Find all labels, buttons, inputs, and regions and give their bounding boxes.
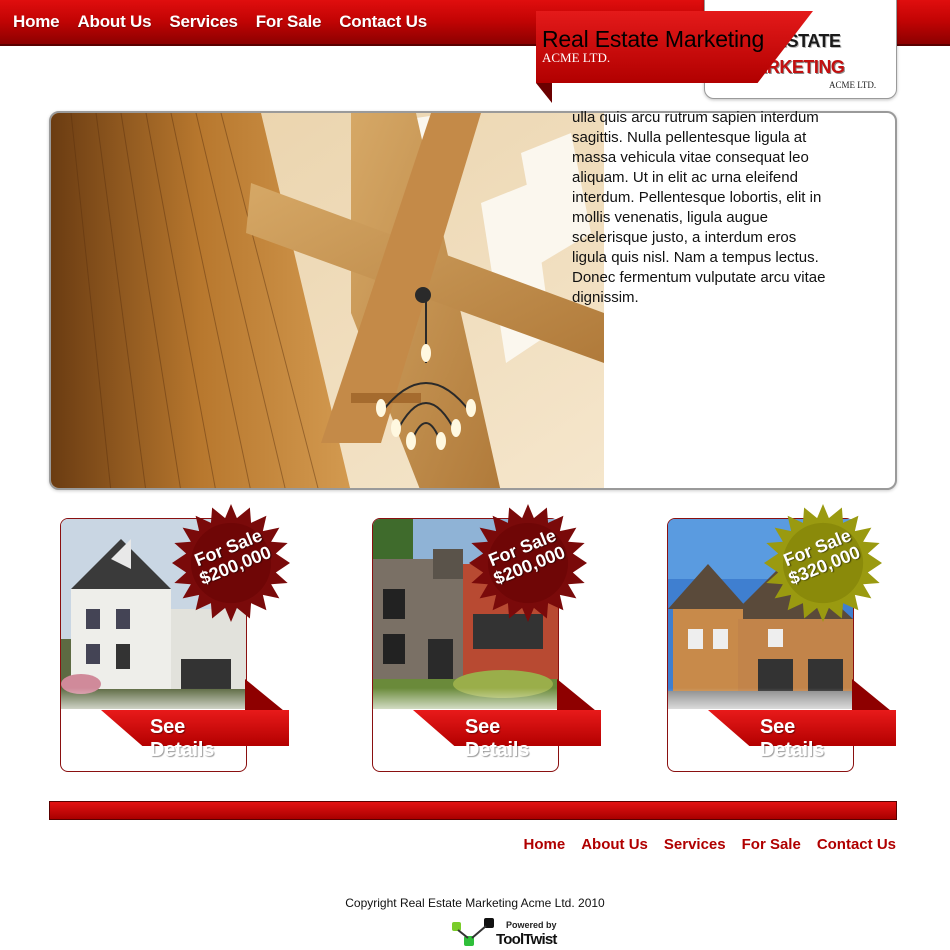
interior-illustration <box>51 113 604 488</box>
hero-subtitle: ACME LTD. <box>542 50 611 65</box>
powered-by-text: Powered by <box>506 920 557 930</box>
footer-divider-bar <box>49 801 897 820</box>
nav-services-link[interactable]: Services <box>169 12 238 32</box>
hero-interior-photo <box>51 113 604 488</box>
nav-for-sale-link[interactable]: For Sale <box>256 12 322 32</box>
footer-home-link[interactable]: Home <box>524 836 566 853</box>
top-nav: Home About Us Services For Sale Contact … <box>13 12 445 32</box>
nav-about-link[interactable]: About Us <box>77 12 151 32</box>
nav-contact-link[interactable]: Contact Us <box>339 12 427 32</box>
see-details-label[interactable]: See Details <box>465 716 529 762</box>
nav-home-link[interactable]: Home <box>13 12 60 32</box>
footer-about-link[interactable]: About Us <box>581 836 648 853</box>
footer-contact-link[interactable]: Contact Us <box>817 836 896 853</box>
footer-services-link[interactable]: Services <box>664 836 726 853</box>
footer-nav: Home About Us Services For Sale Contact … <box>508 836 896 853</box>
hero-banner-fold <box>536 83 552 103</box>
copyright-text: Copyright Real Estate Marketing Acme Ltd… <box>345 896 605 910</box>
logo-line-acme: ACME LTD. <box>829 80 877 90</box>
hero-title: Real Estate Marketing <box>542 26 765 52</box>
footer-for-sale-link[interactable]: For Sale <box>742 836 801 853</box>
see-details-label[interactable]: See Details <box>760 716 824 762</box>
hero-body-text: ulla quis arcu rutrum sapien interdum sa… <box>572 109 826 306</box>
see-details-label[interactable]: See Details <box>150 716 214 762</box>
tooltwist-brand[interactable]: ToolTwist <box>496 931 557 948</box>
